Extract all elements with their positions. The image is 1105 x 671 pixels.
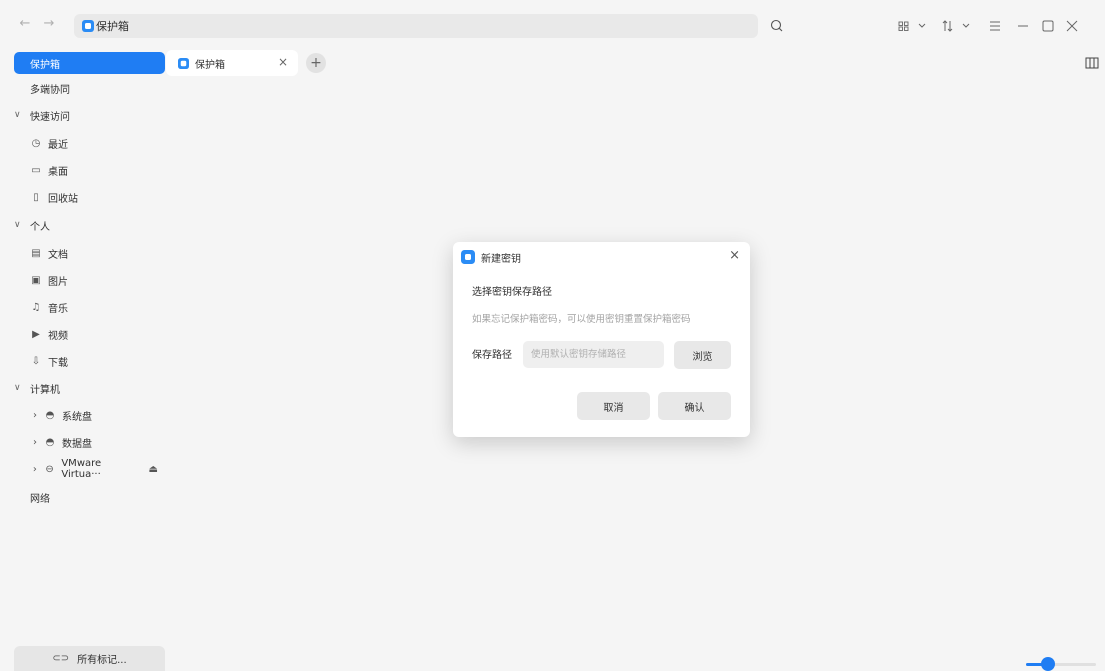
chevron-down-icon: ∨ [14,220,21,230]
icon-view-icon[interactable] [896,16,912,36]
chevron-down-icon[interactable] [960,16,972,36]
chevron-down-icon: ∨ [14,383,21,393]
close-icon[interactable]: × [729,248,740,263]
all-tags-label: 所有标记... [77,655,127,666]
sidebar-item-desktop[interactable]: ▭ 桌面 [14,159,165,181]
cancel-button[interactable]: 取消 [577,392,650,420]
all-tags-button[interactable]: ⊂⊃ 所有标记... [14,646,165,671]
address-bar[interactable]: 保护箱 [74,14,758,38]
sidebar-item-downloads[interactable]: ⇩ 下载 [14,350,165,372]
eject-icon[interactable]: ⏏ [147,464,159,475]
disk-icon: ◓ [45,436,55,448]
vault-icon [178,57,189,69]
sidebar-item-label: 回收站 [48,193,78,205]
chevron-right-icon[interactable]: › [30,410,40,421]
sidebar-item-label: 图片 [48,276,68,288]
forward-arrow-icon[interactable]: → [40,14,58,32]
sort-icon[interactable] [940,16,956,36]
chevron-right-icon[interactable]: › [30,437,40,448]
sidebar-item-label: 数据盘 [62,438,92,450]
dialog-title: 新建密钥 [481,254,521,265]
sidebar-item-vmware[interactable]: › ⊖ VMware Virtua··· ⏏ [14,458,165,480]
drive-icon: ⊖ [45,463,54,475]
sidebar: 保护箱 多端协同 ∨ 快速访问 ◷ 最近 ▭ 桌面 ▯ 回收站 ∨ 个人 ▤ 文… [0,46,165,671]
sidebar-group-label: 个人 [30,221,50,233]
sidebar-item-label: 网络 [30,493,50,505]
desktop-icon: ▭ [31,164,41,176]
sidebar-item-pictures[interactable]: ▣ 图片 [14,269,165,291]
sidebar-item-label: 保护箱 [30,59,60,71]
dialog-description: 如果忘记保护箱密码，可以使用密钥重置保护箱密码 [472,314,691,325]
sidebar-item-music[interactable]: ♫ 音乐 [14,296,165,318]
sidebar-group-quick-access[interactable]: ∨ 快速访问 [14,104,70,126]
sidebar-group-computer[interactable]: ∨ 计算机 [14,377,60,399]
document-icon: ▤ [31,247,41,259]
sidebar-item-label: 音乐 [48,303,68,315]
add-tab-button[interactable]: + [306,53,326,73]
sidebar-item-label: 下载 [48,357,68,369]
sidebar-item-recent[interactable]: ◷ 最近 [14,132,165,154]
plus-icon: + [310,55,322,71]
close-icon[interactable] [1064,16,1080,36]
sidebar-item-label: 多端协同 [30,84,70,96]
clock-icon: ◷ [31,137,41,149]
disk-icon: ◓ [45,409,55,421]
tag-icon: ⊂⊃ [52,653,70,664]
maximize-icon[interactable] [1040,16,1056,36]
chevron-down-icon[interactable] [916,16,928,36]
sidebar-item-system-disk[interactable]: › ◓ 系统盘 [14,404,165,426]
sidebar-item-label: 视频 [48,330,68,342]
sidebar-item-label: 桌面 [48,166,68,178]
trash-icon: ▯ [33,191,39,203]
sidebar-item-label: VMware Virtua··· [61,458,102,480]
tab-label: 保护箱 [195,59,225,71]
address-text: 保护箱 [96,20,129,33]
sidebar-item-label: 文档 [48,249,68,261]
minimize-icon[interactable] [1015,16,1031,36]
search-icon[interactable] [767,16,787,36]
new-key-dialog: 新建密钥 × 选择密钥保存路径 如果忘记保护箱密码，可以使用密钥重置保护箱密码 … [453,242,750,437]
close-tab-icon[interactable]: × [278,55,288,69]
sidebar-item-trash[interactable]: ▯ 回收站 [14,186,165,208]
sidebar-item-documents[interactable]: ▤ 文档 [14,242,165,264]
back-arrow-icon[interactable]: ← [16,14,34,32]
sidebar-group-label: 快速访问 [30,111,70,123]
tab-vault[interactable]: 保护箱 × [166,50,298,76]
sidebar-item-vault[interactable]: 保护箱 [14,52,165,74]
sidebar-item-network[interactable]: 网络 [14,486,165,508]
dialog-heading: 选择密钥保存路径 [472,287,552,298]
download-icon: ⇩ [31,355,41,367]
sidebar-group-personal[interactable]: ∨ 个人 [14,214,50,236]
video-icon: ▶ [32,328,40,340]
sidebar-group-label: 计算机 [30,384,60,396]
confirm-button[interactable]: 确认 [658,392,731,420]
chevron-right-icon[interactable]: › [30,464,40,475]
sidebar-item-label: 系统盘 [62,411,92,423]
vault-icon [82,20,94,32]
detail-panel-icon[interactable] [1085,57,1099,69]
menu-icon[interactable] [987,16,1003,36]
browse-button[interactable]: 浏览 [674,341,731,369]
zoom-slider-handle[interactable] [1041,657,1055,671]
sidebar-item-videos[interactable]: ▶ 视频 [14,323,165,345]
sidebar-item-label: 最近 [48,139,68,151]
save-path-input[interactable] [523,341,664,368]
music-icon: ♫ [31,301,41,313]
chevron-down-icon: ∨ [14,110,21,120]
vault-icon [461,250,475,264]
picture-icon: ▣ [31,274,41,286]
save-path-label: 保存路径 [472,350,512,361]
sidebar-item-multi-device[interactable]: 多端协同 [14,77,165,99]
sidebar-item-data-disk[interactable]: › ◓ 数据盘 [14,431,165,453]
titlebar: ← → 保护箱 [0,0,1105,46]
